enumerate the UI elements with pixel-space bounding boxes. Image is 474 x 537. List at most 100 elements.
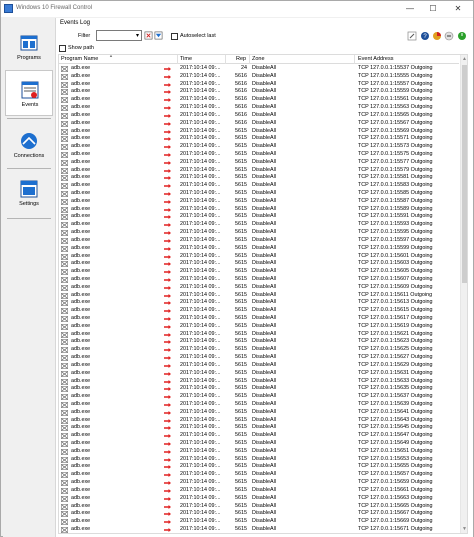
table-row[interactable]: adb.exe 2017:10:14 09:... 5616 DisableAll TC…	[59, 73, 459, 81]
table-row[interactable]: adb.exe 2017:10:14 09:... 5615 DisableAll TC…	[59, 362, 459, 370]
scroll-down-icon[interactable]: ▼	[462, 526, 467, 532]
table-row[interactable]: adb.exe 2017:10:14 09:... 5615 DisableAll TC…	[59, 237, 459, 245]
program-icon	[61, 526, 68, 533]
table-row[interactable]: adb.exe 2017:10:14 09:... 5615 DisableAll TC…	[59, 370, 459, 378]
table-row[interactable]: adb.exe 2017:10:14 09:... 5615 DisableAll TC…	[59, 440, 459, 448]
autoselect-checkbox[interactable]	[171, 33, 178, 40]
pie-chart-icon[interactable]	[432, 31, 442, 41]
table-row[interactable]: adb.exe 2017:10:14 09:... 5615 DisableAll TC…	[59, 190, 459, 198]
minus-icon[interactable]	[444, 31, 454, 41]
table-row[interactable]: adb.exe 2017:10:14 09:... 5615 DisableAll TC…	[59, 182, 459, 190]
table-row[interactable]: adb.exe 2017:10:14 09:... 5615 DisableAll TC…	[59, 354, 459, 362]
column-divider[interactable]	[249, 55, 250, 64]
show-path-checkbox[interactable]	[59, 45, 66, 52]
table-row[interactable]: adb.exe 2017:10:14 09:... 5615 DisableAll TC…	[59, 253, 459, 261]
power-icon[interactable]	[457, 31, 467, 41]
table-row[interactable]: adb.exe 2017:10:14 09:... 5615 DisableAll TC…	[59, 143, 459, 151]
table-row[interactable]: adb.exe 2017:10:14 09:... 5616 DisableAll TC…	[59, 104, 459, 112]
table-row[interactable]: adb.exe 2017:10:14 09:... 5616 DisableAll TC…	[59, 81, 459, 89]
table-row[interactable]: adb.exe 2017:10:14 09:... 5615 DisableAll TC…	[59, 276, 459, 284]
sidebar-item-programs[interactable]: Programs	[5, 24, 53, 70]
table-row[interactable]: adb.exe 2017:10:14 09:... 5615 DisableAll TC…	[59, 346, 459, 354]
column-header-rep[interactable]: Rep	[236, 56, 246, 64]
title-bar[interactable]: Windows 10 Firewall Control — ☐ ✕	[1, 1, 473, 17]
table-row[interactable]: adb.exe 2017:10:14 09:... 5615 DisableAll TC…	[59, 338, 459, 346]
column-header-address[interactable]: Event Address	[358, 56, 393, 64]
vertical-scrollbar[interactable]: ▲ ▼	[460, 55, 467, 533]
table-row[interactable]: adb.exe 2017:10:14 09:... 5615 DisableAll TC…	[59, 198, 459, 206]
events-table[interactable]: Program Name ▲ Time Rep Zone Event Addre…	[58, 54, 468, 534]
table-row[interactable]: adb.exe 2017:10:14 09:... 5615 DisableAll TC…	[59, 128, 459, 136]
sidebar-item-connections[interactable]: Connections	[5, 122, 53, 168]
column-header-zone[interactable]: Zone	[252, 56, 265, 64]
sidebar-item-events[interactable]: Events	[5, 70, 53, 116]
table-row[interactable]: adb.exe 2017:10:14 09:... 5615 DisableAll TC…	[59, 268, 459, 276]
cell-rep: 5616	[235, 104, 247, 111]
help-icon[interactable]: ?	[420, 31, 430, 41]
cell-program: adb.exe	[71, 158, 91, 165]
table-row[interactable]: adb.exe 2017:10:14 09:... 5615 DisableAll TC…	[59, 245, 459, 253]
table-row[interactable]: adb.exe 2017:10:14 09:... 5615 DisableAll TC…	[59, 432, 459, 440]
table-row[interactable]: adb.exe 2017:10:14 09:... 5615 DisableAll TC…	[59, 448, 459, 456]
scroll-up-icon[interactable]: ▲	[462, 56, 467, 62]
minimize-button[interactable]: —	[399, 2, 421, 16]
table-row[interactable]: adb.exe 2017:10:14 09:... 5615 DisableAll TC…	[59, 260, 459, 268]
table-row[interactable]: adb.exe 2017:10:14 09:... 5615 DisableAll TC…	[59, 393, 459, 401]
table-row[interactable]: adb.exe 2017:10:14 09:... 5615 DisableAll TC…	[59, 151, 459, 159]
column-divider[interactable]	[177, 55, 178, 64]
table-row[interactable]: adb.exe 2017:10:14 09:... 5615 DisableAll TC…	[59, 518, 459, 526]
table-row[interactable]: adb.exe 2017:10:14 09:... 5615 DisableAll TC…	[59, 417, 459, 425]
table-row[interactable]: adb.exe 2017:10:14 09:... 5615 DisableAll TC…	[59, 323, 459, 331]
table-row[interactable]: adb.exe 2017:10:14 09:... 5615 DisableAll TC…	[59, 479, 459, 487]
table-row[interactable]: adb.exe 2017:10:14 09:... 5615 DisableAll TC…	[59, 487, 459, 495]
column-divider[interactable]	[225, 55, 226, 64]
filter-clear-icon[interactable]	[144, 31, 153, 40]
filter-apply-icon[interactable]	[154, 31, 163, 40]
table-row[interactable]: adb.exe 2017:10:14 09:... 5615 DisableAll TC…	[59, 385, 459, 393]
cell-rep: 5615	[235, 361, 247, 368]
table-row[interactable]: adb.exe 2017:10:14 09:... 5616 DisableAll TC…	[59, 96, 459, 104]
cell-program: adb.exe	[71, 518, 91, 525]
table-row[interactable]: adb.exe 2017:10:14 09:... 5615 DisableAll TC…	[59, 229, 459, 237]
table-row[interactable]: adb.exe 2017:10:14 09:... 5616 DisableAll TC…	[59, 88, 459, 96]
table-row[interactable]: adb.exe 2017:10:14 09:... 5615 DisableAll TC…	[59, 167, 459, 175]
table-row[interactable]: adb.exe 2017:10:14 09:... 5615 DisableAll TC…	[59, 221, 459, 229]
table-row[interactable]: adb.exe 2017:10:14 09:... 5615 DisableAll TC…	[59, 284, 459, 292]
table-row[interactable]: adb.exe 2017:10:14 09:... 5615 DisableAll TC…	[59, 456, 459, 464]
table-row[interactable]: adb.exe 2017:10:14 09:... 5615 DisableAll TC…	[59, 174, 459, 182]
table-row[interactable]: adb.exe 2017:10:14 09:... 5615 DisableAll TC…	[59, 424, 459, 432]
table-row[interactable]: adb.exe 2017:10:14 09:... 5615 DisableAll TC…	[59, 503, 459, 511]
table-row[interactable]: adb.exe 2017:10:14 09:... 5615 DisableAll TC…	[59, 510, 459, 518]
table-row[interactable]: adb.exe 2017:10:14 09:... 5615 DisableAll TC…	[59, 331, 459, 339]
column-header-program[interactable]: Program Name	[61, 56, 98, 64]
table-row[interactable]: adb.exe 2017:10:14 09:... 5615 DisableAll TC…	[59, 213, 459, 221]
table-row[interactable]: adb.exe 2017:10:14 09:... 5615 DisableAll TC…	[59, 463, 459, 471]
scrollbar-thumb[interactable]	[462, 65, 467, 283]
table-row[interactable]: adb.exe 2017:10:14 09:... 5615 DisableAll TC…	[59, 495, 459, 503]
table-row[interactable]: adb.exe 2017:10:14 09:... 5615 DisableAll TC…	[59, 409, 459, 417]
filter-select[interactable]: ▾	[96, 30, 142, 41]
table-row[interactable]: adb.exe 2017:10:14 09:... 5615 DisableAll TC…	[59, 159, 459, 167]
table-row[interactable]: adb.exe 2017:10:14 09:... 5615 DisableAll TC…	[59, 206, 459, 214]
table-row[interactable]: adb.exe 2017:10:14 09:... 5615 DisableAll TC…	[59, 292, 459, 300]
table-row[interactable]: adb.exe 2017:10:14 09:... 5615 DisableAll TC…	[59, 135, 459, 143]
cell-rep: 5615	[235, 385, 247, 392]
close-button[interactable]: ✕	[447, 2, 469, 16]
table-row[interactable]: adb.exe 2017:10:14 09:... 5615 DisableAll TC…	[59, 401, 459, 409]
cell-rep: 5615	[235, 213, 247, 220]
table-row[interactable]: adb.exe 2017:10:14 09:... 5615 DisableAll TC…	[59, 307, 459, 315]
edit-icon[interactable]	[407, 31, 417, 41]
column-divider[interactable]	[354, 55, 355, 64]
cell-address: TCP 127.0.0.1:15573 Outgoing	[358, 143, 433, 150]
maximize-button[interactable]: ☐	[422, 2, 444, 16]
sidebar-item-settings[interactable]: Settings	[5, 170, 53, 216]
table-row[interactable]: adb.exe 2017:10:14 09:... 5615 DisableAll TC…	[59, 378, 459, 386]
table-row[interactable]: adb.exe 2017:10:14 09:... 5616 DisableAll TC…	[59, 112, 459, 120]
table-row[interactable]: adb.exe 2017:10:14 09:... 5615 DisableAll TC…	[59, 299, 459, 307]
table-row[interactable]: adb.exe 2017:10:14 09:... 5615 DisableAll TC…	[59, 315, 459, 323]
table-row[interactable]: adb.exe 2017:10:14 09:... 5615 DisableAll TC…	[59, 471, 459, 479]
table-row[interactable]: adb.exe 2017:10:14 09:... 5615 DisableAll TC…	[59, 526, 459, 533]
table-row[interactable]: adb.exe 2017:10:14 09:... 24 DisableAll TCP …	[59, 65, 459, 73]
table-row[interactable]: adb.exe 2017:10:14 09:... 5616 DisableAll TC…	[59, 120, 459, 128]
column-header-time[interactable]: Time	[180, 56, 192, 64]
